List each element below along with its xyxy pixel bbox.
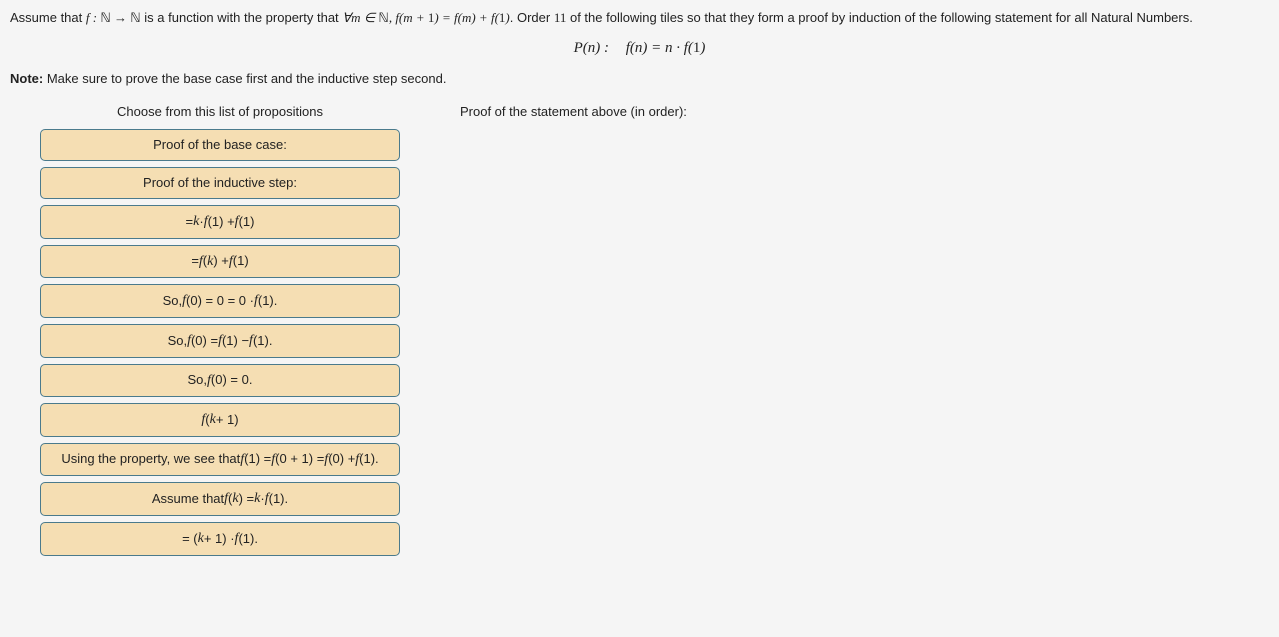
intro-post1: . Order [510, 10, 554, 25]
intro-pre: Assume that [10, 10, 86, 25]
source-column: Choose from this list of propositions Pr… [40, 104, 400, 562]
tile-fk-plus-1[interactable]: f(k + 1) [40, 403, 400, 437]
note-text: Make sure to prove the base case first a… [43, 71, 446, 86]
tile-fk-plus-f1[interactable]: = f(k) + f(1) [40, 245, 400, 279]
statement-label: P(n) : [574, 40, 609, 56]
note-line: Note: Make sure to prove the base case f… [10, 71, 1269, 86]
intro-post2: of the following tiles so that they form… [566, 10, 1192, 25]
tile-assume-fk[interactable]: Assume that f(k) = k · f(1). [40, 482, 400, 516]
source-header: Choose from this list of propositions [40, 104, 400, 119]
tile-kplus1-f1[interactable]: = (k + 1) · f(1). [40, 522, 400, 556]
order-count: 11 [554, 10, 567, 25]
tile-f0-eq-0f1[interactable]: So, f(0) = 0 = 0 · f(1). [40, 284, 400, 318]
intro-mid: is a function with the property that [141, 10, 343, 25]
tile-base-case[interactable]: Proof of the base case: [40, 129, 400, 161]
statement-equation: P(n) : f(n) = n · f(1) [10, 39, 1269, 57]
property-eq: ∀m ∈ ℕ, f(m + 1) = f(m) + f(1) [342, 10, 509, 25]
tiles-list: Proof of the base case: Proof of the indu… [40, 129, 400, 556]
tile-kf1-plus-f1[interactable]: = k · f(1) + f(1) [40, 205, 400, 239]
tile-f0-eq-0[interactable]: So, f(0) = 0. [40, 364, 400, 398]
tile-f0-eq-diff[interactable]: So, f(0) = f(1) − f(1). [40, 324, 400, 358]
proof-header: Proof of the statement above (in order): [460, 104, 1269, 119]
problem-intro: Assume that f : ℕ → ℕ is a function with… [10, 8, 1269, 29]
note-label: Note: [10, 71, 43, 86]
columns-wrapper: Choose from this list of propositions Pr… [10, 104, 1269, 562]
page-container: Assume that f : ℕ → ℕ is a function with… [0, 0, 1279, 570]
tile-inductive-step[interactable]: Proof of the inductive step: [40, 167, 400, 199]
func-def: f : ℕ → ℕ [86, 10, 141, 25]
proof-column[interactable]: Proof of the statement above (in order): [460, 104, 1269, 562]
tile-using-property[interactable]: Using the property, we see thatf(1) = f(… [40, 443, 400, 477]
statement-body: f(n) = n · f(1) [626, 40, 706, 56]
